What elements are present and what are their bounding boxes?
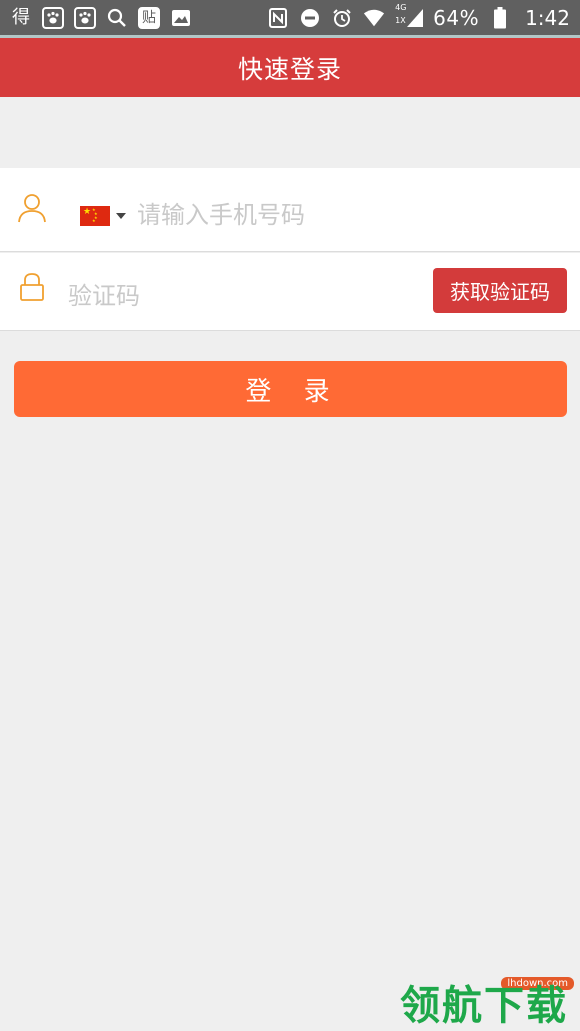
country-code-selector[interactable]: ★ ★ ★ ★ ★ bbox=[80, 206, 126, 226]
china-flag-icon: ★ ★ ★ ★ ★ bbox=[80, 206, 110, 226]
signal-icon: 4G 1X bbox=[395, 2, 424, 29]
phone-input[interactable] bbox=[137, 198, 557, 232]
status-bar: 得 贴 4G 1X 64% 1:42 bbox=[0, 0, 580, 35]
tieba-icon: 贴 bbox=[138, 6, 160, 29]
lock-icon bbox=[16, 271, 48, 303]
watermark: lhdown.com 领航下载 bbox=[400, 974, 580, 1031]
battery-icon bbox=[489, 6, 511, 29]
user-icon bbox=[16, 192, 48, 224]
network-type-label: 4G bbox=[395, 2, 407, 12]
status-bar-left: 得 贴 bbox=[10, 6, 192, 29]
nfc-icon bbox=[267, 7, 289, 29]
dropdown-arrow-icon bbox=[116, 213, 126, 219]
paw-icon bbox=[42, 6, 64, 29]
paw-icon bbox=[74, 6, 96, 29]
watermark-logo-text: 领航下载 bbox=[400, 983, 568, 1029]
status-bar-right: 4G 1X 64% 1:42 bbox=[267, 2, 570, 30]
wifi-icon bbox=[363, 7, 385, 29]
login-button[interactable]: 登 录 bbox=[14, 361, 567, 417]
page-title: 快速登录 bbox=[237, 54, 342, 84]
app-header: 快速登录 bbox=[0, 35, 580, 97]
de-icon: 得 bbox=[12, 6, 30, 28]
verification-code-input[interactable] bbox=[68, 279, 408, 313]
code-row: 获取验证码 bbox=[0, 253, 580, 331]
battery-percent: 64% bbox=[433, 5, 480, 30]
search-icon bbox=[106, 7, 128, 29]
get-code-button[interactable]: 获取验证码 bbox=[433, 268, 567, 313]
network-sub-label: 1X bbox=[395, 15, 406, 25]
image-icon bbox=[170, 7, 192, 29]
do-not-disturb-icon bbox=[299, 7, 321, 29]
alarm-icon bbox=[331, 7, 353, 29]
phone-row: ★ ★ ★ ★ ★ bbox=[0, 168, 580, 252]
clock: 1:42 bbox=[525, 5, 570, 30]
